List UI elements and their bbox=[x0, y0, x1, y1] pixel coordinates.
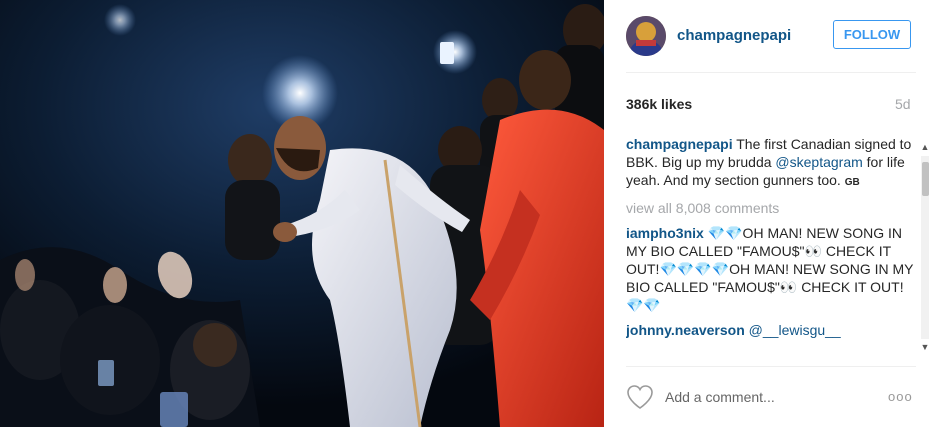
caption-username[interactable]: champagnepapi bbox=[626, 136, 733, 152]
follow-button[interactable]: FOLLOW bbox=[833, 20, 911, 49]
comment-username[interactable]: johnny.neaverson bbox=[626, 322, 745, 338]
post-details-panel: champagnepapi FOLLOW 386k likes 5d champ… bbox=[604, 0, 938, 427]
gb-flag-icon: GB bbox=[844, 177, 860, 188]
comment-item: iampho3nix 💎💎OH MAN! NEW SONG IN MY BIO … bbox=[626, 224, 916, 314]
concert-photo-image bbox=[0, 0, 604, 427]
comments-scrollbar[interactable]: ▲ ▼ bbox=[918, 140, 932, 355]
comment-item: johnny.neaverson @__lewisgu__ bbox=[626, 321, 916, 339]
post-author-username[interactable]: champagnepapi bbox=[677, 27, 791, 44]
post-header: champagnepapi FOLLOW bbox=[604, 0, 938, 72]
avatar[interactable] bbox=[626, 16, 666, 56]
avatar-image bbox=[626, 16, 666, 56]
heart-icon[interactable] bbox=[626, 384, 654, 410]
caption: champagnepapi The first Canadian signed … bbox=[626, 135, 916, 192]
comments-list[interactable]: champagnepapi The first Canadian signed … bbox=[626, 135, 916, 357]
more-options-icon[interactable]: ooo bbox=[888, 389, 913, 404]
scroll-up-arrow-icon[interactable]: ▲ bbox=[918, 140, 932, 154]
header-divider bbox=[626, 72, 916, 73]
caption-mention-link[interactable]: @skeptagram bbox=[775, 154, 862, 170]
scrollbar-thumb[interactable] bbox=[922, 162, 929, 196]
add-comment-input[interactable]: Add a comment... bbox=[665, 389, 775, 405]
post-age[interactable]: 5d bbox=[895, 96, 911, 112]
comment-mention-link[interactable]: @__lewisgu__ bbox=[749, 322, 841, 338]
footer-divider bbox=[626, 366, 916, 367]
likes-count[interactable]: 386k likes bbox=[626, 96, 692, 112]
scroll-down-arrow-icon[interactable]: ▼ bbox=[918, 340, 932, 354]
post-photo[interactable] bbox=[0, 0, 604, 427]
comment-username[interactable]: iampho3nix bbox=[626, 225, 704, 241]
view-all-comments-link[interactable]: view all 8,008 comments bbox=[626, 199, 916, 217]
